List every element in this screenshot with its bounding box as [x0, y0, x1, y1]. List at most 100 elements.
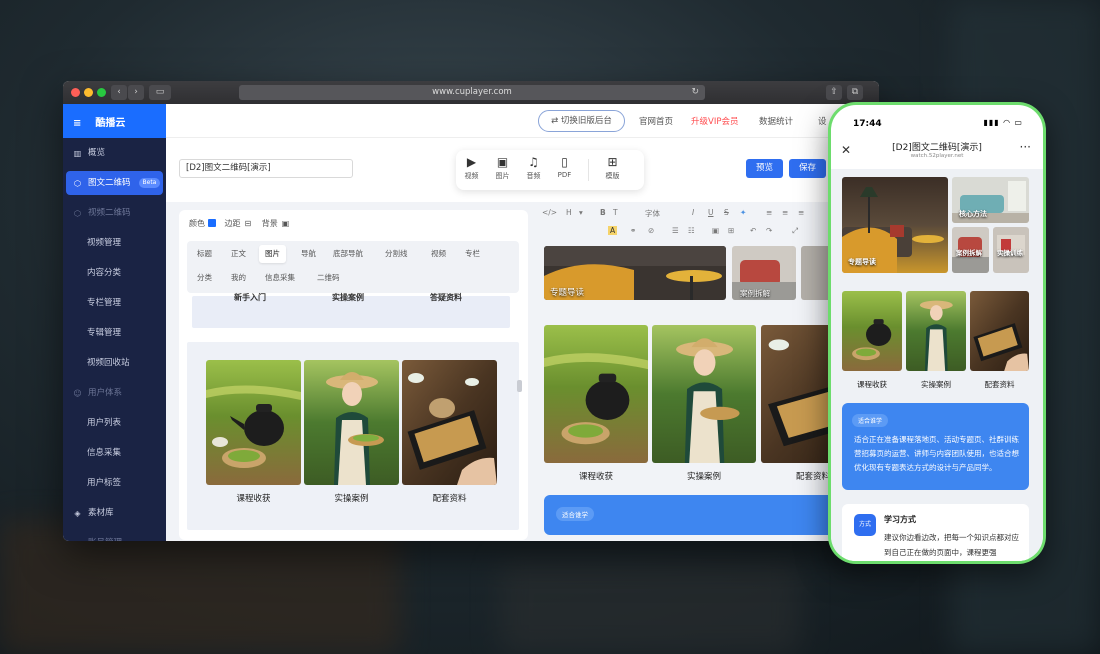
bullet-list-icon[interactable]: ☰ [672, 226, 679, 235]
unlink-icon[interactable]: ⊘ [648, 226, 654, 235]
font-family-select[interactable]: 字体 [645, 208, 660, 219]
align-left-icon[interactable]: ≡ [766, 208, 772, 217]
redo-icon[interactable]: ↷ [766, 226, 772, 235]
tool-label: 图片 [495, 172, 510, 180]
image-caption: 案例拆解 [740, 289, 770, 298]
nav-label: 答疑资料 [430, 293, 462, 302]
method-icon: 方式 [854, 514, 876, 536]
document-icon: ▯ [561, 155, 568, 169]
sidebar-item[interactable]: 用户标签 [63, 468, 166, 498]
underline-button[interactable]: U [708, 208, 714, 217]
sidebar-toggle-icon[interactable]: ▭ [149, 85, 171, 100]
component-tab[interactable]: 底部导航 [327, 245, 369, 263]
maximize-window-button[interactable] [97, 88, 106, 97]
text-color-button[interactable]: A [608, 226, 618, 235]
tea-ceremony-image [402, 360, 497, 485]
border-icon[interactable]: ⊟ [245, 219, 252, 228]
background-image-icon[interactable]: ▣ [282, 219, 290, 228]
sidebar-item[interactable]: ▤ 账号管理 [63, 528, 166, 541]
image-caption: 专题导读 [848, 258, 876, 266]
save-button[interactable]: 保存 [789, 159, 826, 178]
color-swatch[interactable] [208, 219, 216, 227]
component-tab[interactable]: 专栏 [459, 245, 486, 263]
numbered-list-icon[interactable]: ☷ [688, 226, 695, 235]
sidebar-item[interactable]: ☺ 用户体系 [63, 378, 166, 408]
chevron-down-icon[interactable]: ▾ [579, 208, 583, 217]
component-tab[interactable]: 正文 [225, 245, 252, 263]
menu-icon[interactable]: ≡ [73, 118, 81, 129]
tool-label: 模版 [605, 172, 620, 180]
tabs-icon[interactable]: ⧉ [847, 85, 863, 100]
status-time: 17:44 [853, 119, 882, 129]
bold-button[interactable]: B [600, 208, 606, 217]
sidebar-item[interactable]: ◈ 素材库 [63, 498, 166, 528]
sidebar-item[interactable]: 信息采集 [63, 438, 166, 468]
insert-image-icon[interactable]: ▣ [712, 226, 719, 235]
sidebar-item-label: 素材库 [88, 508, 114, 518]
sidebar-item[interactable]: 视频回收站 [63, 348, 166, 378]
sparkle-icon[interactable]: ✦ [740, 208, 746, 217]
resize-handle[interactable] [517, 380, 522, 392]
gallery-caption: 实操案例 [921, 380, 951, 389]
sidebar-item-label: 概览 [88, 148, 106, 158]
template-button[interactable]: ⊞ 模版 [597, 150, 628, 190]
component-tab[interactable]: 我的 [225, 269, 252, 287]
strikethrough-button[interactable]: S [724, 208, 729, 217]
tea-picker-portrait-image [652, 325, 756, 463]
switch-old-backend-button[interactable]: ⇄ 切换旧版后台 [538, 110, 625, 132]
font-size-select[interactable]: T [613, 208, 618, 217]
nav-vip-link[interactable]: 升级VIP会员 [691, 115, 738, 127]
sidebar-item[interactable]: 专栏管理 [63, 288, 166, 318]
component-tab[interactable]: 导航 [295, 245, 322, 263]
editor-toolbar: [D2]图文二维码[演示] ▶ 视频 ▣ 图片 ♫ 音频 ▯ PDF ⊞ 模版 预览 保存 [166, 138, 879, 202]
sidebar-item[interactable]: 视频管理 [63, 228, 166, 258]
component-tab[interactable]: 标题 [191, 245, 218, 263]
component-tab[interactable]: 二维码 [311, 269, 346, 287]
component-tab[interactable]: 视频 [425, 245, 452, 263]
nav-settings-link[interactable]: 设 [818, 115, 827, 127]
insert-image-button[interactable]: ▣ 图片 [487, 150, 518, 190]
italic-button[interactable]: I [692, 208, 694, 217]
fullscreen-icon[interactable]: ⤢ [792, 226, 798, 236]
component-tab[interactable]: 图片 [259, 245, 286, 263]
table-icon[interactable]: ⊞ [728, 226, 734, 235]
align-right-icon[interactable]: ≡ [798, 208, 804, 217]
align-center-icon[interactable]: ≡ [782, 208, 788, 217]
share-icon[interactable]: ⇧ [826, 85, 842, 100]
method-title: 学习方式 [884, 515, 916, 524]
close-icon[interactable]: ✕ [841, 143, 851, 157]
insert-video-button[interactable]: ▶ 视频 [456, 150, 487, 190]
component-tab[interactable]: 分类 [191, 269, 218, 287]
component-tab[interactable]: 信息采集 [259, 269, 301, 287]
sidebar-item[interactable]: 专辑管理 [63, 318, 166, 348]
close-window-button[interactable] [71, 88, 80, 97]
forward-icon[interactable]: › [128, 85, 144, 100]
cube-icon: ⬡ [74, 178, 81, 188]
sidebar-item-label: 视频回收站 [87, 358, 130, 368]
heading-select[interactable]: H [566, 208, 572, 217]
code-button[interactable]: </> [542, 208, 557, 217]
sidebar-item[interactable]: 内容分类 [63, 258, 166, 288]
nav-home-link[interactable]: 官网首页 [639, 115, 673, 127]
minimize-window-button[interactable] [84, 88, 93, 97]
link-icon[interactable]: ⚭ [630, 226, 636, 235]
more-icon[interactable]: ··· [1020, 140, 1031, 154]
sidebar-item[interactable]: ▥ 概览 [63, 138, 166, 168]
sidebar-item-label: 用户标签 [87, 478, 122, 488]
image-gallery-block[interactable]: 课程收获 实操案例 配套资料 [187, 342, 519, 530]
address-bar[interactable]: www.cuplayer.com ↻ [239, 85, 705, 100]
sidebar-item[interactable]: 用户列表 [63, 408, 166, 438]
preview-button[interactable]: 预览 [746, 159, 783, 178]
page-title-input[interactable]: [D2]图文二维码[演示] [179, 159, 353, 178]
nav-stats-link[interactable]: 数据统计 [759, 115, 793, 127]
insert-pdf-button[interactable]: ▯ PDF [549, 150, 580, 190]
undo-icon[interactable]: ↶ [750, 226, 756, 235]
tea-kettle-image [544, 325, 648, 463]
reload-icon[interactable]: ↻ [691, 85, 699, 100]
sidebar-item-label: 专辑管理 [87, 328, 122, 338]
sidebar-item[interactable]: ⬡ 视频二维码 [63, 198, 166, 228]
sidebar-item[interactable]: ⬡ 图文二维码 Beta [66, 171, 163, 195]
insert-audio-button[interactable]: ♫ 音频 [518, 150, 549, 190]
component-tab[interactable]: 分割线 [379, 245, 414, 263]
back-icon[interactable]: ‹ [111, 85, 127, 100]
